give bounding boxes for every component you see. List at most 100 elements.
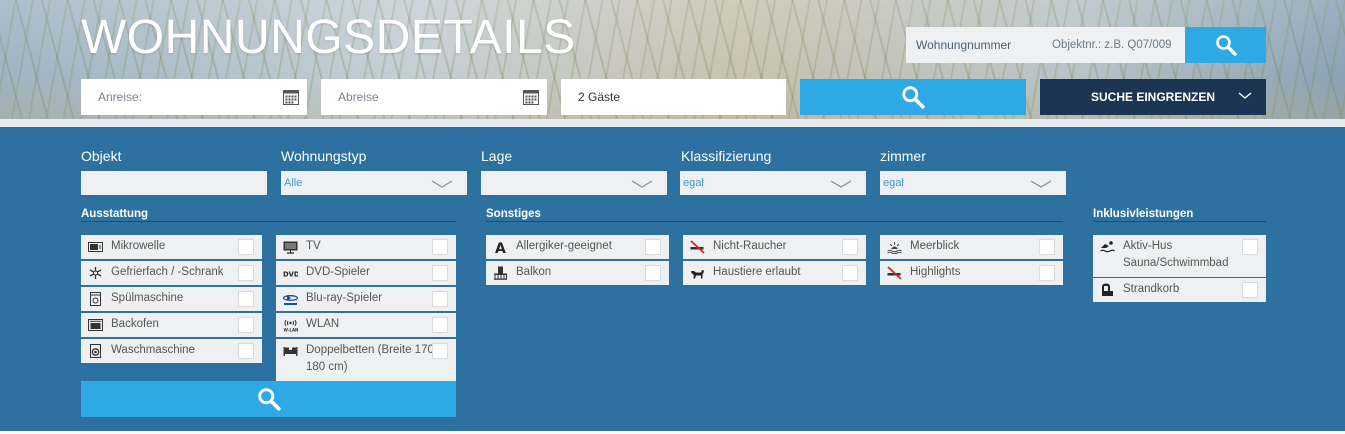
apartment-number-search[interactable]: Wohnungnummer Objektnr.: z.B. Q07/009 [906,27,1266,63]
option-label: Strandkorb [1123,283,1180,295]
chevron-down-icon [1030,180,1052,188]
search-button[interactable] [800,79,1026,115]
option-checkbox[interactable] [1039,265,1055,281]
guests-field[interactable]: 2 Gäste [561,79,786,115]
option-label: Highlights [910,266,961,278]
option-checkbox[interactable] [432,317,448,333]
apartment-search-label: Wohnungnummer [916,38,1012,52]
allergy-icon: A [495,241,506,254]
no-smoking-icon [690,240,705,254]
option-label: Blu-ray-Spieler [306,292,383,304]
inklusiv-title: Inklusivleistungen [1093,208,1194,220]
search-icon [902,86,925,109]
swimmer-icon [1100,241,1115,253]
refine-search-label: SUCHE EINGRENZEN [1090,90,1215,104]
balcony-icon [494,266,507,280]
beach-chair-icon [1102,283,1113,296]
wohnungstyp-label: Wohnungstyp [281,148,367,164]
option-nichtraucher[interactable]: Nicht-Raucher [683,235,866,259]
option-bluray[interactable]: Blu-ray-Spieler [276,287,456,311]
sonstiges-divider [486,221,1063,222]
option-checkbox[interactable] [842,239,858,255]
filter-search-button[interactable] [81,381,456,417]
bluray-icon [283,295,298,305]
option-gefrierfach[interactable]: Gefrierfach / -Schrank [81,261,262,285]
option-checkbox[interactable] [432,265,448,281]
option-highlights[interactable]: Highlights [880,261,1063,285]
ausstattung-title: Ausstattung [81,208,149,220]
option-doppelbetten[interactable]: Doppelbetten (Breite 170-180 cm) [276,339,456,381]
refine-search-button[interactable]: SUCHE EINGRENZEN [1040,79,1266,115]
option-label: Nicht-Raucher [713,240,787,252]
wohnungstyp-select[interactable]: Alle [281,171,467,195]
option-label: Gefrierfach / -Schrank [111,266,224,278]
option-label: Spülmaschine [111,292,184,304]
option-label: WLAN [306,318,340,330]
guests-value: 2 Gäste [578,90,621,104]
option-label: Mikrowelle [111,240,166,252]
option-aktiv-hus[interactable]: Aktiv-Hus Sauna/Schwimmbad [1093,235,1266,277]
option-strandkorb[interactable]: Strandkorb [1093,278,1266,302]
ausstattung-divider [81,221,456,222]
lage-label: Lage [481,148,513,164]
dog-icon [691,270,704,279]
option-checkbox[interactable] [432,291,448,307]
search-icon [257,388,281,411]
apartment-search-button[interactable] [1185,27,1266,63]
arrival-date-field[interactable]: Anreise: [81,79,307,115]
option-checkbox[interactable] [238,317,254,333]
option-dvd[interactable]: DVD DVD-Spieler [276,261,456,285]
klassifizierung-label: Klassifizierung [681,148,772,164]
hero-shore [0,119,1345,127]
svg-text:DVD: DVD [283,271,298,279]
option-label: Aktiv-Hus Sauna/Schwimmbad [1123,240,1229,269]
option-label: DVD-Spieler [306,266,370,278]
chevron-down-icon [431,180,453,188]
option-checkbox[interactable] [238,343,254,359]
option-checkbox[interactable] [432,343,448,359]
option-wlan[interactable]: W-LAN WLAN [276,313,456,337]
dishwasher-icon [90,292,101,306]
option-checkbox[interactable] [238,239,254,255]
chevron-down-icon [631,180,653,188]
search-icon [1215,35,1237,56]
dvd-icon: DVD [283,271,298,279]
option-waschmaschine[interactable]: Waschmaschine [81,339,262,363]
option-meerblick[interactable]: Meerblick [880,235,1063,259]
zimmer-select[interactable]: egal [880,171,1066,195]
option-checkbox[interactable] [842,265,858,281]
option-checkbox[interactable] [1242,239,1258,255]
objekt-input[interactable] [81,171,267,195]
option-label: TV [306,240,321,252]
option-spuelmaschine[interactable]: Spülmaschine [81,287,262,311]
departure-date-placeholder: Abreise [338,90,379,104]
option-mikrowelle[interactable]: Mikrowelle [81,235,262,259]
option-checkbox[interactable] [645,265,661,281]
departure-date-field[interactable]: Abreise [321,79,547,115]
option-balkon[interactable]: Balkon [486,261,669,285]
klassifizierung-select[interactable]: egal [680,171,866,195]
option-label: Haustiere erlaubt [713,266,801,278]
lage-select[interactable] [481,171,667,195]
option-checkbox[interactable] [645,239,661,255]
option-label: Balkon [516,266,552,278]
oven-icon [88,319,103,331]
option-label: Meerblick [910,240,960,252]
wlan-icon: W-LAN [284,319,298,332]
option-checkbox[interactable] [1039,239,1055,255]
calendar-icon[interactable] [283,89,299,105]
option-checkbox[interactable] [1242,282,1258,298]
double-bed-icon [283,347,298,356]
option-checkbox[interactable] [432,239,448,255]
zimmer-value: egal [883,177,904,189]
apartment-search-input[interactable]: Objektnr.: z.B. Q07/009 [1052,39,1185,51]
option-checkbox[interactable] [238,265,254,281]
option-backofen[interactable]: Backofen [81,313,262,337]
option-haustiere[interactable]: Haustiere erlaubt [683,261,866,285]
option-tv[interactable]: TV [276,235,456,259]
calendar-icon[interactable] [523,89,539,105]
option-checkbox[interactable] [238,291,254,307]
option-allergiker[interactable]: A Allergiker-geeignet [486,235,669,259]
highlights-icon [887,266,902,280]
svg-text:A: A [495,241,506,254]
